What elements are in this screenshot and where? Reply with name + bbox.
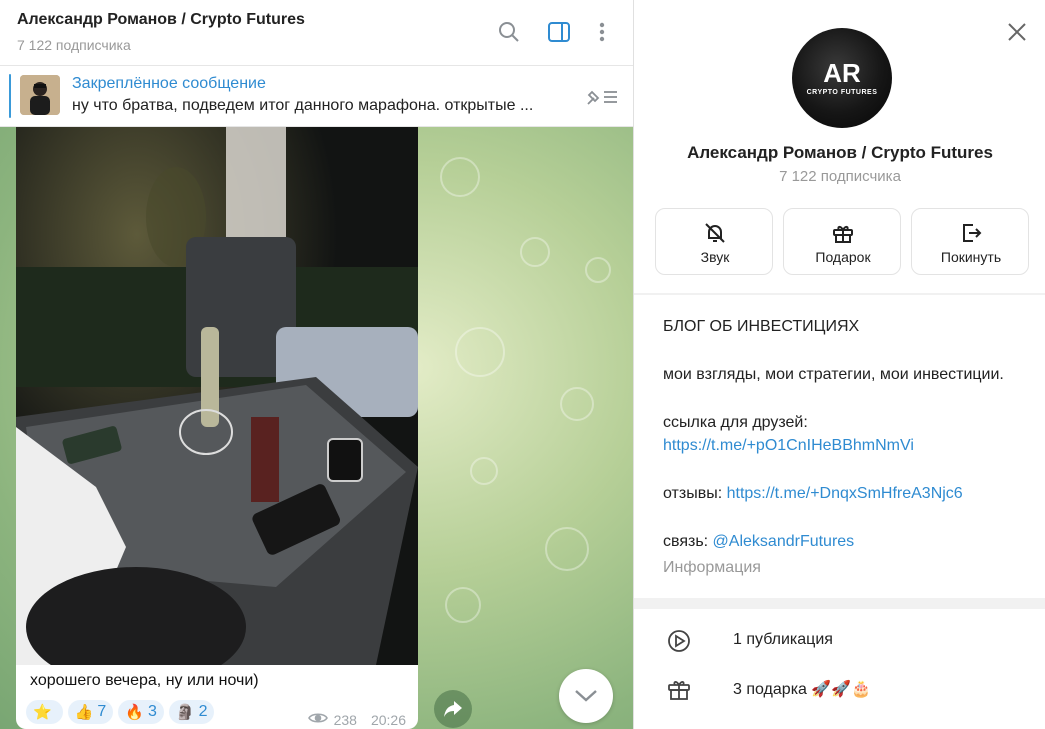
reaction-fire[interactable]: 🔥 3 bbox=[118, 700, 164, 724]
message-meta: 238 20:26 bbox=[307, 711, 406, 728]
play-circle-icon bbox=[666, 629, 692, 653]
sidebar-toggle-icon[interactable] bbox=[547, 20, 571, 44]
reaction-thumbs-up[interactable]: 👍 7 bbox=[67, 700, 114, 724]
message-caption: хорошего вечера, ну или ночи) bbox=[30, 672, 259, 689]
gift-icon bbox=[784, 221, 902, 245]
message-time: 20:26 bbox=[370, 711, 406, 728]
gifts-row[interactable]: 3 подарка 🚀🚀🎂 bbox=[634, 665, 1045, 713]
chevron-down-icon bbox=[575, 690, 597, 702]
pinned-text: ну что братва, подведем итог данного мар… bbox=[72, 97, 534, 114]
gift-icon bbox=[666, 677, 692, 701]
bell-off-icon bbox=[656, 221, 774, 245]
info-section-label: Информация bbox=[663, 559, 761, 576]
description-line: мои взгляды, мои стратегии, мои инвестиц… bbox=[663, 366, 1004, 383]
channel-profile: AR CRYPTO FUTURES Александр Романов / Cr… bbox=[634, 0, 1045, 293]
reviews-row: отзывы: https://t.me/+DnqxSmHfreA3Njc6 bbox=[663, 485, 963, 502]
pinned-thumbnail bbox=[20, 75, 60, 115]
eye-icon bbox=[307, 711, 328, 728]
channel-info-pane: AR CRYPTO FUTURES Александр Романов / Cr… bbox=[633, 0, 1045, 729]
mute-button[interactable]: Звук bbox=[655, 208, 773, 275]
contact-row: связь: @AleksandrFutures bbox=[663, 533, 855, 550]
description-heading: БЛОГ ОБ ИНВЕСТИЦИЯХ bbox=[663, 318, 860, 335]
leave-icon bbox=[912, 221, 1030, 245]
reviews-link[interactable]: https://t.me/+DnqxSmHfreA3Njc6 bbox=[727, 485, 963, 502]
extra-row[interactable] bbox=[634, 713, 1045, 729]
pinned-message-bar[interactable]: Закреплённое сообщение ну что братва, по… bbox=[0, 66, 633, 127]
search-icon[interactable] bbox=[497, 20, 521, 44]
share-icon[interactable] bbox=[434, 690, 472, 728]
more-vertical-icon[interactable] bbox=[590, 20, 614, 44]
reaction-moai[interactable]: 🗿 2 bbox=[168, 700, 215, 724]
pinned-indicator bbox=[9, 74, 11, 118]
channel-name: Александр Романов / Crypto Futures bbox=[687, 143, 993, 162]
friends-link[interactable]: https://t.me/+pO1CnIHeBBhmNmVi bbox=[663, 437, 914, 455]
leave-button[interactable]: Покинуть bbox=[911, 208, 1029, 275]
channel-avatar[interactable]: AR CRYPTO FUTURES bbox=[792, 28, 892, 128]
friends-label: ссылка для друзей: bbox=[663, 414, 808, 431]
close-icon[interactable] bbox=[1005, 20, 1029, 44]
view-count: 238 bbox=[333, 711, 357, 728]
channel-subscribers: 7 122 подписчика bbox=[779, 168, 901, 185]
reactions: ⭐ 👍 7 🔥 3 🗿 2 bbox=[26, 700, 215, 724]
channel-stats-list: 1 публикация 3 подарка 🚀🚀🎂 bbox=[634, 609, 1045, 729]
scroll-down-button[interactable] bbox=[559, 669, 613, 723]
list-icon bbox=[666, 725, 692, 729]
channel-description: БЛОГ ОБ ИНВЕСТИЦИЯХ мои взгляды, мои стр… bbox=[634, 295, 1045, 598]
contact-link[interactable]: @AleksandrFutures bbox=[713, 533, 855, 550]
gift-button[interactable]: Подарок bbox=[783, 208, 901, 275]
message-photo[interactable] bbox=[16, 127, 418, 665]
message-bubble[interactable]: хорошего вечера, ну или ночи) ⭐ 👍 7 🔥 3 🗿 2… bbox=[16, 127, 418, 729]
publications-row[interactable]: 1 публикация bbox=[634, 617, 1045, 665]
chat-header[interactable]: Александр Романов / Crypto Futures 7 122… bbox=[0, 0, 633, 66]
chat-pane: Александр Романов / Crypto Futures 7 122… bbox=[0, 0, 633, 729]
chat-subscribers: 7 122 подписчика bbox=[17, 37, 131, 53]
reaction-star[interactable]: ⭐ bbox=[26, 700, 63, 724]
pinned-title: Закреплённое сообщение bbox=[72, 75, 266, 92]
pinned-list-icon[interactable] bbox=[584, 86, 620, 108]
chat-title[interactable]: Александр Романов / Crypto Futures bbox=[17, 11, 305, 29]
